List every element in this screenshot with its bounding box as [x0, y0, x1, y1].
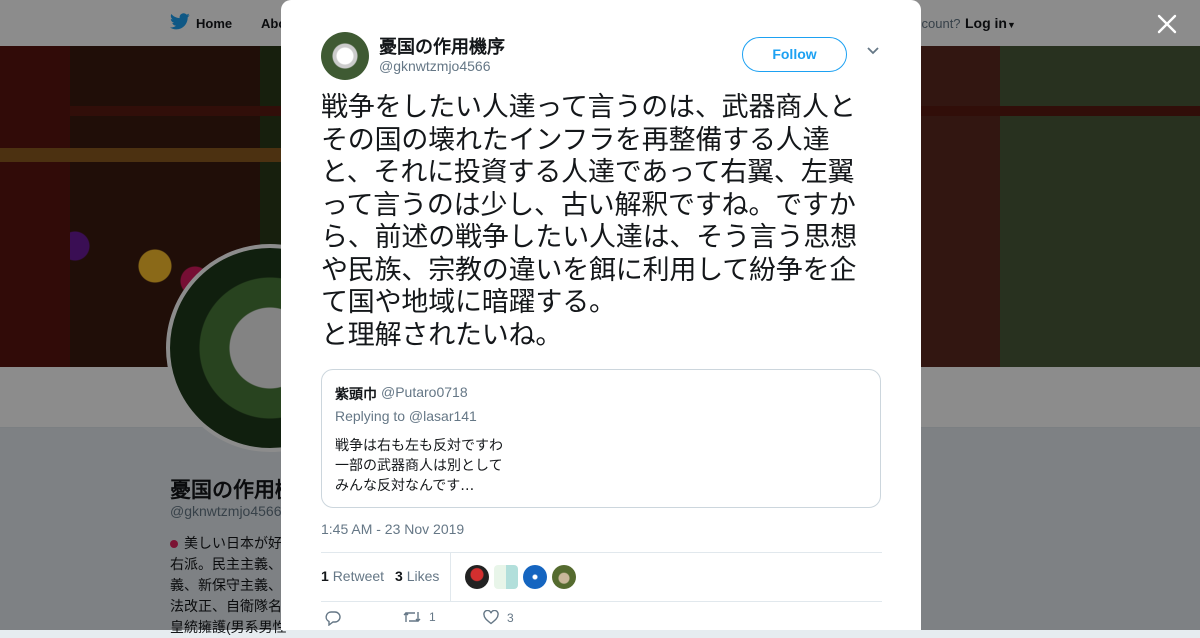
quoted-author-handle: @Putaro0718: [381, 384, 468, 400]
liker-avatar[interactable]: [494, 565, 518, 589]
reply-icon: [325, 610, 341, 626]
reply-button[interactable]: [325, 610, 341, 626]
tweet-actions: 1 3: [321, 604, 882, 630]
likes-label: Likes: [406, 568, 440, 584]
heart-icon: [483, 610, 499, 625]
quoted-tweet-text: 戦争は右も左も反対ですわ 一部の武器商人は別として みんな反対なんです…: [335, 438, 503, 494]
likers-avatars: [465, 565, 576, 589]
retweet-button[interactable]: 1: [403, 610, 436, 624]
likes-stat[interactable]: 3 Likes: [395, 568, 439, 584]
liker-avatar[interactable]: [552, 565, 576, 589]
close-icon[interactable]: [1154, 12, 1180, 38]
retweet-label: Retweet: [332, 568, 385, 584]
retweet-stat[interactable]: 1 Retweet: [321, 568, 384, 584]
liker-avatar[interactable]: [465, 565, 489, 589]
tweet-stats: 1 Retweet 3 Likes: [321, 552, 882, 602]
author-handle[interactable]: @gknwtzmjo4566: [379, 58, 491, 74]
author-avatar[interactable]: [321, 32, 369, 80]
tweet-text: 戦争をしたい人達って言うのは、武器商人と その国の壊れたインフラを再整備する人達…: [321, 92, 857, 351]
retweet-action-count: 1: [429, 610, 436, 624]
stats-divider: [450, 553, 451, 601]
chevron-down-icon[interactable]: [866, 44, 880, 58]
like-button[interactable]: 3: [483, 610, 514, 625]
author-name[interactable]: 憂国の作用機序: [379, 33, 505, 59]
liker-avatar[interactable]: [523, 565, 547, 589]
like-action-count: 3: [507, 610, 514, 625]
tweet-timestamp[interactable]: 1:45 AM - 23 Nov 2019: [321, 521, 464, 537]
retweet-count: 1: [321, 568, 329, 584]
likes-count: 3: [395, 568, 403, 584]
retweet-icon: [403, 610, 421, 624]
quoted-author-name: 紫頭巾: [335, 386, 377, 402]
follow-button[interactable]: Follow: [742, 37, 847, 72]
tweet-modal: 憂国の作用機序 @gknwtzmjo4566 Follow 戦争をしたい人達って…: [281, 0, 921, 630]
quoted-replying-to: Replying to @lasar141: [335, 408, 477, 424]
quoted-tweet[interactable]: 紫頭巾 @Putaro0718 Replying to @lasar141 戦争…: [321, 369, 881, 508]
